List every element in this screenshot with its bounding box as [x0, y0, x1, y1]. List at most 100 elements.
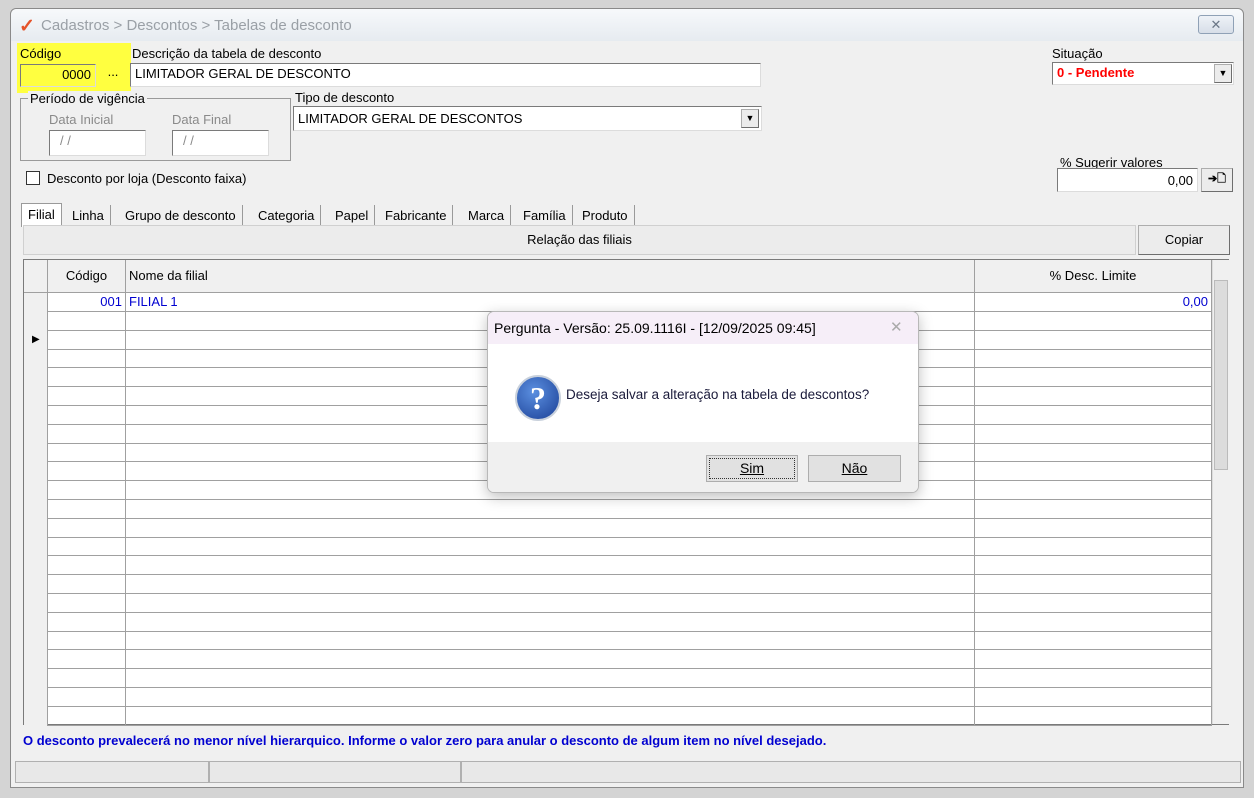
- situacao-select[interactable]: 0 - Pendente: [1052, 62, 1234, 85]
- cell-codigo[interactable]: 001: [48, 293, 126, 312]
- cell-codigo[interactable]: [48, 481, 126, 500]
- cell-desc[interactable]: [975, 687, 1212, 707]
- cell-desc[interactable]: [975, 518, 1212, 538]
- cell-desc[interactable]: [975, 612, 1212, 632]
- no-button[interactable]: Não: [808, 455, 901, 482]
- table-row[interactable]: [24, 518, 1212, 538]
- cell-desc[interactable]: 0,00: [975, 293, 1212, 312]
- cell-codigo[interactable]: [48, 537, 126, 557]
- cell-codigo[interactable]: [48, 706, 126, 726]
- cell-nome[interactable]: [126, 669, 975, 688]
- cell-codigo[interactable]: [48, 499, 126, 519]
- cell-nome[interactable]: [126, 575, 975, 594]
- col-header-desc[interactable]: % Desc. Limite: [975, 260, 1212, 293]
- tab-grupo-de-desconto[interactable]: Grupo de desconto: [119, 205, 243, 227]
- cell-codigo[interactable]: [48, 424, 126, 444]
- yes-button[interactable]: Sim: [706, 455, 798, 482]
- tab-fam-lia[interactable]: Família: [517, 205, 573, 227]
- data-inicial-input[interactable]: / /: [49, 130, 146, 156]
- cell-desc[interactable]: [975, 311, 1212, 331]
- cell-desc[interactable]: [975, 330, 1212, 350]
- cell-desc[interactable]: [975, 650, 1212, 670]
- cell-desc[interactable]: [975, 593, 1212, 613]
- cell-codigo[interactable]: [48, 330, 126, 350]
- table-row[interactable]: [24, 612, 1212, 632]
- chevron-down-icon[interactable]: ▼: [741, 109, 759, 128]
- cell-codigo[interactable]: [48, 631, 126, 651]
- tab-linha[interactable]: Linha: [66, 205, 111, 227]
- cell-desc[interactable]: [975, 462, 1212, 482]
- tab-filial[interactable]: Filial: [21, 203, 62, 227]
- cell-desc[interactable]: [975, 631, 1212, 651]
- cell-codigo[interactable]: [48, 349, 126, 369]
- table-row[interactable]: [24, 499, 1212, 519]
- cell-desc[interactable]: [975, 387, 1212, 406]
- cell-desc[interactable]: [975, 405, 1212, 425]
- cell-desc[interactable]: [975, 706, 1212, 726]
- cell-codigo[interactable]: [48, 518, 126, 538]
- codigo-input[interactable]: 0000: [20, 64, 96, 87]
- data-final-input[interactable]: / /: [172, 130, 269, 156]
- dialog-close-icon[interactable]: ✕: [890, 318, 903, 336]
- cell-codigo[interactable]: [48, 687, 126, 707]
- copy-button[interactable]: Copiar: [1138, 225, 1230, 255]
- cell-codigo[interactable]: [48, 405, 126, 425]
- col-header-codigo[interactable]: Código: [48, 260, 126, 293]
- lookup-button[interactable]: ...: [99, 64, 127, 87]
- table-row[interactable]: [24, 593, 1212, 613]
- cell-codigo[interactable]: [48, 311, 126, 331]
- cell-codigo[interactable]: [48, 593, 126, 613]
- cell-nome[interactable]: [126, 687, 975, 707]
- cell-desc[interactable]: [975, 556, 1212, 576]
- cell-nome[interactable]: [126, 499, 975, 519]
- cell-codigo[interactable]: [48, 368, 126, 388]
- chevron-down-icon[interactable]: ▼: [1214, 64, 1232, 83]
- cell-codigo[interactable]: [48, 443, 126, 463]
- table-row[interactable]: [24, 537, 1212, 557]
- tab-marca[interactable]: Marca: [462, 205, 512, 227]
- cell-codigo[interactable]: [48, 556, 126, 576]
- cell-codigo[interactable]: [48, 387, 126, 406]
- cell-desc[interactable]: [975, 349, 1212, 369]
- sugerir-input[interactable]: 0,00: [1057, 168, 1198, 192]
- cell-nome[interactable]: [126, 631, 975, 651]
- cell-codigo[interactable]: [48, 650, 126, 670]
- cell-nome[interactable]: [126, 706, 975, 726]
- table-row[interactable]: [24, 631, 1212, 651]
- descricao-input[interactable]: LIMITADOR GERAL DE DESCONTO: [130, 63, 761, 87]
- scrollbar-thumb[interactable]: [1214, 280, 1228, 470]
- table-row[interactable]: [24, 650, 1212, 670]
- cell-codigo[interactable]: [48, 612, 126, 632]
- cell-desc[interactable]: [975, 424, 1212, 444]
- cell-desc[interactable]: [975, 443, 1212, 463]
- cell-nome[interactable]: [126, 518, 975, 538]
- table-row[interactable]: [24, 575, 1212, 594]
- cell-nome[interactable]: FILIAL 1: [126, 293, 975, 312]
- cell-desc[interactable]: [975, 669, 1212, 688]
- cell-nome[interactable]: [126, 556, 975, 576]
- vertical-scrollbar[interactable]: [1212, 260, 1229, 724]
- table-row[interactable]: [24, 556, 1212, 576]
- cell-desc[interactable]: [975, 481, 1212, 500]
- cell-codigo[interactable]: [48, 462, 126, 482]
- apply-suggest-button[interactable]: ➔🗋: [1201, 168, 1233, 192]
- cell-desc[interactable]: [975, 575, 1212, 594]
- tab-fabricante[interactable]: Fabricante: [379, 205, 454, 227]
- desconto-loja-checkbox[interactable]: [26, 171, 40, 185]
- cell-desc[interactable]: [975, 537, 1212, 557]
- cell-codigo[interactable]: [48, 575, 126, 594]
- table-row[interactable]: [24, 687, 1212, 707]
- table-row[interactable]: [24, 669, 1212, 688]
- cell-nome[interactable]: [126, 593, 975, 613]
- table-row[interactable]: [24, 706, 1212, 726]
- table-row[interactable]: 001 FILIAL 1 0,00: [24, 293, 1212, 312]
- tipo-select[interactable]: LIMITADOR GERAL DE DESCONTOS: [293, 106, 762, 131]
- close-button[interactable]: ✕: [1198, 15, 1234, 34]
- cell-nome[interactable]: [126, 537, 975, 557]
- cell-nome[interactable]: [126, 650, 975, 670]
- cell-nome[interactable]: [126, 612, 975, 632]
- tab-produto[interactable]: Produto: [576, 205, 635, 227]
- cell-codigo[interactable]: [48, 669, 126, 688]
- col-header-nome[interactable]: Nome da filial: [126, 260, 975, 293]
- cell-desc[interactable]: [975, 499, 1212, 519]
